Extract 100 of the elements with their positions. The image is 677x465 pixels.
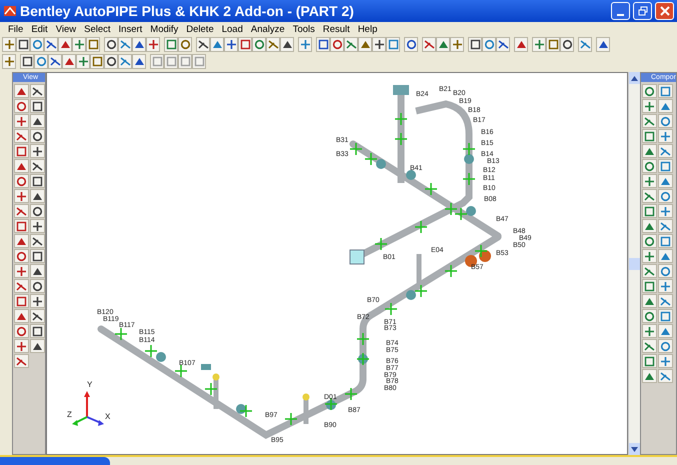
- palette-button[interactable]: [14, 354, 29, 368]
- palette-button[interactable]: [642, 99, 657, 113]
- toolbar-button[interactable]: [546, 37, 560, 52]
- palette-button[interactable]: [30, 219, 45, 233]
- toolbar-button[interactable]: [16, 37, 30, 52]
- toolbar-button[interactable]: [344, 37, 358, 52]
- toolbar-button[interactable]: [496, 37, 510, 52]
- toolbar-button[interactable]: [372, 37, 386, 52]
- palette-button[interactable]: [642, 129, 657, 143]
- toolbar-button[interactable]: [132, 54, 146, 69]
- palette-button[interactable]: [14, 234, 29, 248]
- palette-button[interactable]: [30, 339, 45, 353]
- toolbar-button[interactable]: [450, 37, 464, 52]
- menu-item[interactable]: Select: [80, 24, 115, 34]
- toolbar-button[interactable]: [532, 37, 546, 52]
- palette-button[interactable]: [14, 219, 29, 233]
- palette-button[interactable]: [642, 339, 657, 353]
- toolbar-button[interactable]: [72, 37, 86, 52]
- menu-item[interactable]: Modify: [146, 24, 182, 34]
- toolbar-button[interactable]: [20, 54, 34, 69]
- toolbar-button[interactable]: [596, 37, 610, 52]
- palette-button[interactable]: [642, 174, 657, 188]
- palette-button[interactable]: [30, 324, 45, 338]
- toolbar-button[interactable]: [422, 37, 436, 52]
- close-button[interactable]: [655, 2, 674, 20]
- toolbar-button[interactable]: [560, 37, 574, 52]
- toolbar-button[interactable]: [2, 54, 16, 69]
- menu-item[interactable]: Insert: [114, 24, 146, 34]
- toolbar-button[interactable]: [48, 54, 62, 69]
- palette-button[interactable]: [642, 369, 657, 383]
- palette-button[interactable]: [14, 339, 29, 353]
- toolbar-button[interactable]: [2, 37, 16, 52]
- palette-button[interactable]: [642, 264, 657, 278]
- palette-button[interactable]: [14, 264, 29, 278]
- menu-item[interactable]: Edit: [27, 24, 52, 34]
- menu-item[interactable]: Help: [354, 24, 382, 34]
- scroll-down-button[interactable]: [629, 443, 640, 455]
- palette-button[interactable]: [642, 354, 657, 368]
- toolbar-button[interactable]: [146, 37, 160, 52]
- palette-button[interactable]: [14, 99, 29, 113]
- minimize-button[interactable]: [611, 2, 630, 20]
- palette-button[interactable]: [14, 249, 29, 263]
- palette-button[interactable]: [30, 294, 45, 308]
- palette-button[interactable]: [642, 144, 657, 158]
- palette-button[interactable]: [642, 294, 657, 308]
- toolbar-button[interactable]: [58, 37, 72, 52]
- toolbar-button[interactable]: [104, 37, 118, 52]
- toolbar-button[interactable]: [76, 54, 90, 69]
- palette-button[interactable]: [30, 264, 45, 278]
- palette-button[interactable]: [14, 84, 29, 98]
- toolbar-button[interactable]: [132, 37, 146, 52]
- palette-button[interactable]: [642, 114, 657, 128]
- palette-button[interactable]: [642, 219, 657, 233]
- palette-button[interactable]: [642, 324, 657, 338]
- menu-item[interactable]: Load: [218, 24, 247, 34]
- palette-button[interactable]: [642, 159, 657, 173]
- palette-button[interactable]: [14, 204, 29, 218]
- palette-button[interactable]: [14, 279, 29, 293]
- palette-button[interactable]: [642, 279, 657, 293]
- toolbar-button[interactable]: [224, 37, 238, 52]
- toolbar-button[interactable]: [62, 54, 76, 69]
- menu-item[interactable]: Analyze: [246, 24, 289, 34]
- toolbar-button[interactable]: [164, 37, 178, 52]
- palette-button[interactable]: [30, 234, 45, 248]
- toolbar-button[interactable]: [468, 37, 482, 52]
- toolbar-button[interactable]: [238, 37, 252, 52]
- toolbar-button[interactable]: [404, 37, 418, 52]
- palette-button[interactable]: [642, 189, 657, 203]
- palette-button[interactable]: [14, 324, 29, 338]
- palette-button[interactable]: [30, 114, 45, 128]
- menu-item[interactable]: Result: [318, 24, 354, 34]
- palette-button[interactable]: [642, 204, 657, 218]
- restore-button[interactable]: [633, 2, 652, 20]
- palette-button[interactable]: [30, 159, 45, 173]
- toolbar-button[interactable]: [514, 37, 528, 52]
- palette-button[interactable]: [30, 279, 45, 293]
- toolbar-button[interactable]: [90, 54, 104, 69]
- palette-button[interactable]: [30, 99, 45, 113]
- palette-button[interactable]: [14, 174, 29, 188]
- toolbar-button[interactable]: [266, 37, 280, 52]
- palette-button[interactable]: [14, 189, 29, 203]
- palette-button[interactable]: [30, 249, 45, 263]
- toolbar-button[interactable]: [86, 37, 100, 52]
- toolbar-button[interactable]: [252, 37, 266, 52]
- palette-button[interactable]: [642, 309, 657, 323]
- palette-button[interactable]: [14, 294, 29, 308]
- palette-button[interactable]: [30, 204, 45, 218]
- toolbar-button[interactable]: [44, 37, 58, 52]
- toolbar-button[interactable]: [358, 37, 372, 52]
- palette-button[interactable]: [30, 144, 45, 158]
- scroll-thumb[interactable]: [629, 258, 640, 270]
- toolbar-button[interactable]: [330, 37, 344, 52]
- toolbar-button[interactable]: [316, 37, 330, 52]
- toolbar-button[interactable]: [104, 54, 118, 69]
- palette-button[interactable]: [30, 189, 45, 203]
- palette-button[interactable]: [642, 84, 657, 98]
- palette-button[interactable]: [14, 114, 29, 128]
- palette-button[interactable]: [30, 84, 45, 98]
- palette-button[interactable]: [14, 144, 29, 158]
- menu-item[interactable]: View: [52, 24, 80, 34]
